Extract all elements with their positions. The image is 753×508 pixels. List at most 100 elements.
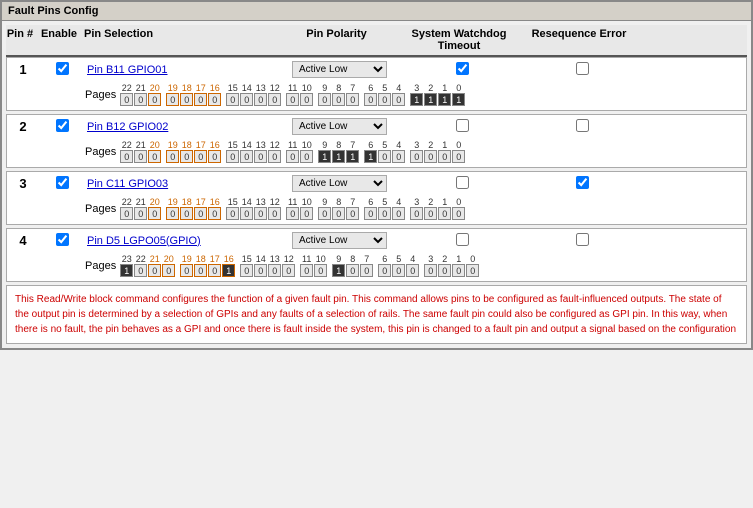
page-box-9[interactable]: 1	[332, 264, 345, 277]
page-box-16[interactable]: 1	[222, 264, 235, 277]
page-box-10[interactable]: 0	[300, 207, 313, 220]
page-box-15[interactable]: 0	[240, 264, 253, 277]
polarity-select-4[interactable]: Active Low	[292, 232, 387, 249]
watchdog-checkbox-2[interactable]	[456, 119, 469, 132]
page-box-16[interactable]: 0	[208, 93, 221, 106]
page-box-2[interactable]: 0	[438, 264, 451, 277]
page-box-5[interactable]: 0	[378, 150, 391, 163]
page-box-11[interactable]: 0	[286, 207, 299, 220]
watchdog-checkbox-4[interactable]	[456, 233, 469, 246]
page-box-12[interactable]: 0	[268, 207, 281, 220]
page-box-22[interactable]: 0	[120, 207, 133, 220]
page-box-5[interactable]: 0	[378, 207, 391, 220]
page-box-0[interactable]: 0	[452, 207, 465, 220]
page-box-18[interactable]: 0	[180, 150, 193, 163]
enable-checkbox-2[interactable]	[56, 119, 69, 132]
pin-link-2[interactable]: Pin B12 GPIO02	[87, 121, 168, 133]
page-box-20[interactable]: 0	[148, 93, 161, 106]
pin-link-4[interactable]: Pin D5 LGPO05(GPIO)	[87, 235, 201, 247]
page-box-12[interactable]: 0	[268, 93, 281, 106]
page-box-3[interactable]: 0	[410, 150, 423, 163]
pin-link-1[interactable]: Pin B11 GPIO01	[87, 64, 168, 76]
page-box-18[interactable]: 0	[180, 207, 193, 220]
page-box-7[interactable]: 0	[346, 93, 359, 106]
page-box-4[interactable]: 0	[392, 150, 405, 163]
page-box-15[interactable]: 0	[226, 207, 239, 220]
page-box-3[interactable]: 0	[410, 207, 423, 220]
page-box-10[interactable]: 0	[300, 93, 313, 106]
page-box-7[interactable]: 0	[346, 207, 359, 220]
page-box-7[interactable]: 0	[360, 264, 373, 277]
page-box-1[interactable]: 0	[438, 207, 451, 220]
page-box-11[interactable]: 0	[286, 93, 299, 106]
page-box-21[interactable]: 0	[134, 150, 147, 163]
page-box-14[interactable]: 0	[240, 93, 253, 106]
page-box-13[interactable]: 0	[254, 207, 267, 220]
reseq-checkbox-2[interactable]	[576, 119, 589, 132]
page-box-1[interactable]: 1	[438, 93, 451, 106]
page-box-19[interactable]: 0	[166, 93, 179, 106]
page-box-11[interactable]: 0	[286, 150, 299, 163]
page-box-21[interactable]: 0	[134, 207, 147, 220]
page-box-12[interactable]: 0	[268, 150, 281, 163]
page-box-18[interactable]: 0	[194, 264, 207, 277]
page-box-9[interactable]: 0	[318, 207, 331, 220]
watchdog-checkbox-1[interactable]	[456, 62, 469, 75]
page-box-21[interactable]: 0	[134, 93, 147, 106]
watchdog-checkbox-3[interactable]	[456, 176, 469, 189]
page-box-9[interactable]: 1	[318, 150, 331, 163]
page-box-17[interactable]: 0	[194, 150, 207, 163]
polarity-select-2[interactable]: Active Low	[292, 118, 387, 135]
page-box-0[interactable]: 0	[466, 264, 479, 277]
page-box-14[interactable]: 0	[240, 150, 253, 163]
page-box-14[interactable]: 0	[254, 264, 267, 277]
page-box-4[interactable]: 0	[406, 264, 419, 277]
page-box-5[interactable]: 0	[392, 264, 405, 277]
page-box-10[interactable]: 0	[314, 264, 327, 277]
page-box-23[interactable]: 1	[120, 264, 133, 277]
page-box-3[interactable]: 0	[424, 264, 437, 277]
page-box-20[interactable]: 0	[162, 264, 175, 277]
page-box-6[interactable]: 0	[364, 93, 377, 106]
page-box-4[interactable]: 0	[392, 93, 405, 106]
polarity-select-3[interactable]: Active Low	[292, 175, 387, 192]
page-box-14[interactable]: 0	[240, 207, 253, 220]
page-box-19[interactable]: 0	[166, 207, 179, 220]
page-box-9[interactable]: 0	[318, 93, 331, 106]
page-box-2[interactable]: 1	[424, 93, 437, 106]
page-box-8[interactable]: 0	[346, 264, 359, 277]
reseq-checkbox-4[interactable]	[576, 233, 589, 246]
page-box-1[interactable]: 0	[452, 264, 465, 277]
page-box-3[interactable]: 1	[410, 93, 423, 106]
page-box-4[interactable]: 0	[392, 207, 405, 220]
page-box-8[interactable]: 0	[332, 93, 345, 106]
page-box-20[interactable]: 0	[148, 150, 161, 163]
page-box-8[interactable]: 1	[332, 150, 345, 163]
page-box-6[interactable]: 1	[364, 150, 377, 163]
page-box-22[interactable]: 0	[120, 150, 133, 163]
page-box-19[interactable]: 0	[180, 264, 193, 277]
page-box-16[interactable]: 0	[208, 150, 221, 163]
polarity-select-1[interactable]: Active Low	[292, 61, 387, 78]
page-box-1[interactable]: 0	[438, 150, 451, 163]
page-box-13[interactable]: 0	[268, 264, 281, 277]
page-box-6[interactable]: 0	[364, 207, 377, 220]
page-box-0[interactable]: 1	[452, 93, 465, 106]
page-box-20[interactable]: 0	[148, 207, 161, 220]
page-box-19[interactable]: 0	[166, 150, 179, 163]
page-box-13[interactable]: 0	[254, 150, 267, 163]
page-box-18[interactable]: 0	[180, 93, 193, 106]
reseq-checkbox-3[interactable]	[576, 176, 589, 189]
page-box-2[interactable]: 0	[424, 207, 437, 220]
page-box-17[interactable]: 0	[194, 93, 207, 106]
page-box-7[interactable]: 1	[346, 150, 359, 163]
enable-checkbox-3[interactable]	[56, 176, 69, 189]
page-box-22[interactable]: 0	[134, 264, 147, 277]
enable-checkbox-4[interactable]	[56, 233, 69, 246]
page-box-15[interactable]: 0	[226, 150, 239, 163]
reseq-checkbox-1[interactable]	[576, 62, 589, 75]
page-box-12[interactable]: 0	[282, 264, 295, 277]
page-box-22[interactable]: 0	[120, 93, 133, 106]
page-box-0[interactable]: 0	[452, 150, 465, 163]
page-box-8[interactable]: 0	[332, 207, 345, 220]
